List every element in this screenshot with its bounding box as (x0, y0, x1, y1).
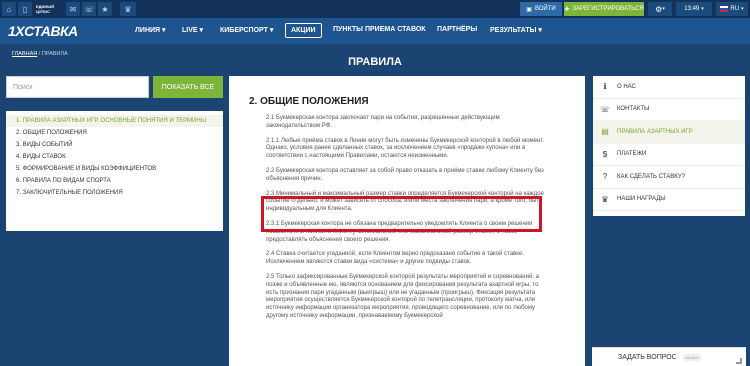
rule-paragraph: 2.1.1 Любые приёма ставок в Линии могут … (266, 137, 545, 160)
register-button[interactable]: ✚ ЗАРЕГИСТРИРОВАТЬСЯ (564, 2, 644, 16)
info-item-awards[interactable]: ♛ НАШИ НАГРАДЫ (593, 189, 745, 211)
info-item-about[interactable]: ℹ О НАС (593, 76, 745, 99)
show-all-button[interactable]: ПОКАЗАТЬ ВСЕ (153, 76, 223, 98)
chevron-down-icon: ▾ (701, 6, 704, 12)
main-nav: 1XСТАВКА ЛИНИЯ ▾ LIVE ▾ КИБЕРСПОРТ ▾ АКЦ… (0, 18, 750, 44)
rules-sections-menu: 1. ПРАВИЛА АЗАРТНЫХ ИГР. ОСНОВНЫЕ ПОНЯТИ… (6, 111, 223, 231)
nav-esports[interactable]: КИБЕРСПОРТ ▾ (220, 26, 273, 34)
ask-question-widget[interactable]: ЗАДАТЬ ВОПРОС on-line (592, 347, 746, 366)
ask-question-label: ЗАДАТЬ ВОПРОС (618, 353, 677, 361)
page-title: ПРАВИЛА (348, 56, 402, 68)
search-input[interactable]: Поиск (6, 76, 149, 98)
info-item-rules[interactable]: ▤ ПРАВИЛА АЗАРТНЫХ ИГР (593, 121, 745, 144)
section-title: 2. ОБЩИЕ ПОЛОЖЕНИЯ (249, 96, 369, 107)
nav-results[interactable]: РЕЗУЛЬТАТЫ ▾ (490, 26, 542, 34)
rules-section-3[interactable]: 3. ВИДЫ СОБЫТИЙ (6, 139, 223, 151)
rule-paragraph: 2.5 Только зафиксированные Букмекерской … (266, 273, 539, 319)
chevron-down-icon: ▾ (662, 6, 665, 12)
info-item-contacts[interactable]: ☏ КОНТАКТЫ (593, 99, 745, 121)
time-value: 13:49 (684, 6, 700, 12)
mail-icon[interactable]: ✉ (66, 2, 80, 16)
trophy-icon[interactable]: ♛ (120, 2, 136, 16)
info-item-label: ПРАВИЛА АЗАРТНЫХ ИГР (617, 128, 693, 135)
rules-section-4[interactable]: 4. ВИДЫ СТАВОК (6, 151, 223, 163)
info-item-label: ПЛАТЕЖИ (617, 151, 647, 158)
gear-icon: ⚙ (655, 4, 663, 14)
rules-section-1[interactable]: 1. ПРАВИЛА АЗАРТНЫХ ИГР. ОСНОВНЫЕ ПОНЯТИ… (6, 115, 223, 127)
info-item-label: НАШИ НАГРАДЫ (617, 196, 666, 203)
trophy-icon: ♛ (601, 194, 609, 204)
settings-button[interactable]: ⚙ ▾ (648, 2, 672, 16)
phone-icon[interactable]: ☏ (82, 2, 96, 16)
mobile-icon[interactable]: ▯ (18, 2, 32, 16)
clock-dropdown[interactable]: 13:49 ▾ (676, 2, 712, 16)
rules-section-7[interactable]: 7. ЗАКЛЮЧИТЕЛЬНЫЕ ПОЛОЖЕНИЯ (6, 187, 223, 199)
rules-section-2[interactable]: 2. ОБЩИЕ ПОЛОЖЕНИЯ (6, 127, 223, 139)
info-item-label: КОНТАКТЫ (617, 106, 650, 113)
top-bar: ⌂ ▯ ЕДИНЫЙ ЦУПИС ✉ ☏ ★ ♛ ▣ ВОЙТИ ✚ ЗАРЕГ… (0, 0, 750, 18)
rules-section-6[interactable]: 6. ПРАВИЛА ПО ВИДАМ СПОРТА (6, 175, 223, 187)
dollar-icon: $ (602, 149, 608, 159)
book-icon: ▤ (601, 127, 609, 137)
info-menu: ℹ О НАС ☏ КОНТАКТЫ ▤ ПРАВИЛА АЗАРТНЫХ ИГ… (593, 76, 745, 216)
question-icon: ? (602, 172, 608, 182)
register-label: ЗАРЕГИСТРИРОВАТЬСЯ (572, 6, 644, 12)
rule-paragraph: 2.4 Ставка считается угаданной, если Кли… (266, 251, 524, 266)
login-button[interactable]: ▣ ВОЙТИ (520, 2, 562, 16)
nav-line[interactable]: ЛИНИЯ ▾ (135, 26, 166, 34)
rules-section-5[interactable]: 5. ФОРМИРОВАНИЕ И ВИДЫ КОЭФФИЦИЕНТОВ (6, 163, 223, 175)
online-status-badge: on-line (682, 353, 701, 361)
info-item-how-to-bet[interactable]: ? КАК СДЕЛАТЬ СТАВКУ? (593, 166, 745, 189)
russia-flag-icon (720, 6, 729, 12)
nav-live[interactable]: LIVE ▾ (182, 26, 203, 34)
rule-paragraph: 2.1 Букмекерская контора заключает пари … (266, 115, 500, 129)
site-logo[interactable]: 1XСТАВКА (8, 23, 78, 39)
phone-icon: ☏ (599, 104, 610, 114)
info-item-payments[interactable]: $ ПЛАТЕЖИ (593, 144, 745, 166)
user-plus-icon: ✚ (564, 6, 570, 13)
chevron-down-icon: ▾ (741, 6, 744, 12)
nav-betting-points[interactable]: ПУНКТЫ ПРИЕМА СТАВОК (333, 26, 426, 33)
star-icon[interactable]: ★ (98, 2, 112, 16)
info-item-label: О НАС (617, 83, 636, 90)
login-label: ВОЙТИ (534, 6, 556, 12)
rule-paragraph: 2.2 Букмекерская контора оставляет за со… (266, 167, 544, 182)
nav-partners[interactable]: ПАРТНЁРЫ (437, 26, 477, 33)
info-item-label: КАК СДЕЛАТЬ СТАВКУ? (617, 173, 685, 180)
red-highlight-box (261, 196, 542, 232)
cupis-logo[interactable]: ЕДИНЫЙ ЦУПИС (36, 2, 62, 16)
language-dropdown[interactable]: RU ▾ (716, 2, 748, 16)
lock-icon: ▣ (526, 6, 532, 13)
resize-grip-icon[interactable] (736, 358, 742, 364)
info-icon: ℹ (603, 82, 607, 92)
nav-promotions[interactable]: АКЦИИ (285, 23, 322, 38)
lang-value: RU (730, 6, 740, 12)
home-icon[interactable]: ⌂ (2, 2, 16, 16)
